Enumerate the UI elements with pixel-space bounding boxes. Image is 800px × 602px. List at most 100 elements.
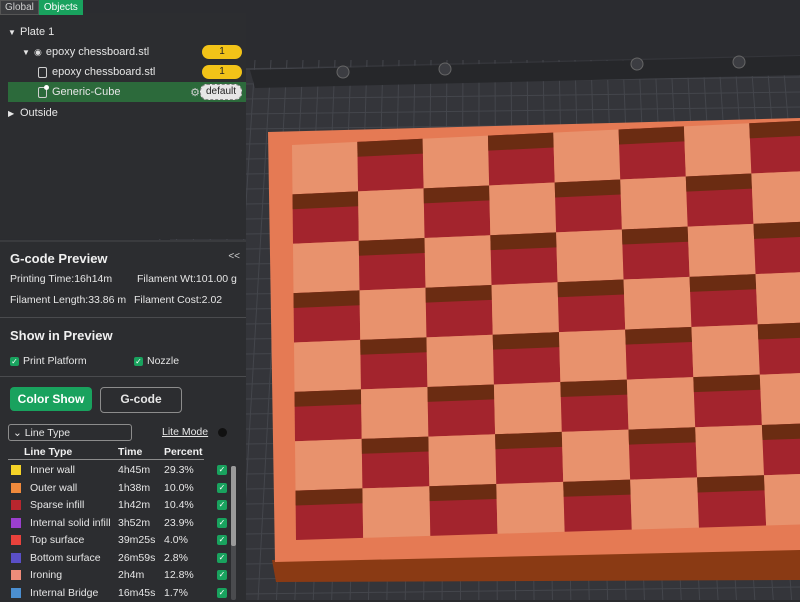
settings-tabs: Global Objects: [0, 0, 83, 14]
chessboard-square: [556, 230, 623, 283]
collapsed-arrow-icon[interactable]: ▶: [8, 109, 20, 118]
outside-row[interactable]: ▶ Outside: [8, 103, 246, 123]
line-type-time: 1h38m: [118, 482, 150, 494]
nozzle-checkbox[interactable]: ✓ Nozzle: [134, 355, 179, 367]
settings-icon[interactable]: ⚙: [190, 86, 200, 99]
collapse-panel-icon[interactable]: <<: [228, 251, 240, 262]
plate-row[interactable]: ▼ Plate 1: [8, 22, 246, 42]
line-type-time: 3h52m: [118, 517, 150, 529]
color-show-button[interactable]: Color Show: [10, 387, 92, 411]
line-type-name: Top surface: [30, 534, 84, 546]
part-name: epoxy chessboard.stl: [52, 66, 155, 78]
chessboard-square: [361, 387, 428, 439]
line-type-name: Internal solid infill: [30, 517, 111, 529]
gcode-button[interactable]: G-code: [100, 387, 182, 413]
line-type-percent: 10.4%: [164, 499, 194, 511]
chessboard-square: [295, 439, 362, 491]
modifier-name: Generic-Cube: [52, 86, 120, 98]
visibility-checkbox[interactable]: ✓: [217, 588, 227, 598]
square-shadow: [424, 185, 490, 203]
lite-mode-toggle[interactable]: [218, 428, 227, 437]
section-divider: [0, 376, 246, 377]
table-row: Sparse infill1h42m10.4%✓: [0, 497, 232, 514]
printing-time: Printing Time:16h14m: [10, 273, 112, 285]
chessboard-square: [425, 235, 492, 287]
expand-arrow-icon[interactable]: ▼: [8, 28, 20, 37]
square-shadow: [686, 174, 752, 192]
line-type-percent: 1.7%: [164, 587, 188, 599]
chessboard-square: [423, 136, 490, 189]
line-type-time: 16m45s: [118, 587, 155, 599]
square-shadow: [690, 274, 757, 292]
part-row[interactable]: epoxy chessboard.stl 1: [8, 62, 246, 82]
modifier-row[interactable]: Generic-Cube ⚙ default: [8, 82, 246, 102]
tab-global[interactable]: Global: [0, 0, 39, 15]
square-shadow: [560, 380, 627, 397]
line-type-name: Ironing: [30, 569, 62, 581]
square-shadow: [495, 432, 562, 449]
square-shadow: [360, 337, 427, 354]
square-shadow: [693, 375, 760, 393]
model-row[interactable]: ▼ ◉ epoxy chessboard.stl 1: [8, 42, 246, 62]
color-swatch: [11, 518, 21, 528]
visibility-checkbox[interactable]: ✓: [217, 465, 227, 475]
line-type-select-value: Line Type: [25, 427, 70, 439]
table-row: Internal Bridge 16m45s 1.7% ✓: [0, 585, 232, 602]
line-type-select[interactable]: ⌄ Line Type: [8, 424, 132, 441]
square-shadow: [629, 427, 696, 444]
chessboard-square: [630, 477, 699, 529]
header-underline: [8, 459, 204, 460]
column-header-percent: Percent: [164, 446, 203, 458]
square-shadow: [555, 179, 621, 197]
chessboard-square: [695, 425, 764, 477]
chessboard-model[interactable]: [268, 118, 800, 582]
filament-cost: Filament Cost:2.02: [134, 294, 222, 306]
chevron-down-icon: ⌄: [13, 427, 25, 439]
chessboard-square: [362, 486, 430, 538]
line-type-time: 39m25s: [118, 534, 155, 546]
chessboard-square: [559, 330, 627, 382]
lite-mode-label[interactable]: Lite Mode: [162, 426, 208, 438]
tab-objects[interactable]: Objects: [39, 0, 83, 15]
eye-icon[interactable]: ◉: [34, 47, 42, 58]
color-swatch: [11, 483, 21, 493]
chessboard-square: [360, 288, 427, 340]
square-shadow: [427, 385, 494, 402]
bed-screw: [337, 66, 349, 78]
visibility-checkbox[interactable]: ✓: [217, 553, 227, 563]
modifier-default-badge[interactable]: default: [200, 84, 242, 100]
nozzle-label: Nozzle: [147, 355, 179, 367]
square-shadow: [295, 389, 362, 406]
expand-arrow-icon[interactable]: ▼: [22, 48, 34, 57]
square-shadow: [762, 423, 800, 440]
chessboard-square: [620, 177, 687, 230]
square-shadow: [359, 238, 425, 256]
visibility-checkbox[interactable]: ✓: [217, 483, 227, 493]
chessboard-square: [426, 335, 493, 387]
print-platform-checkbox[interactable]: ✓ Print Platform: [10, 355, 87, 367]
square-shadow: [563, 480, 630, 497]
line-type-percent: 4.0%: [164, 534, 188, 546]
part-count-badge[interactable]: 1: [202, 65, 242, 79]
visibility-checkbox[interactable]: ✓: [217, 570, 227, 580]
line-type-percent: 10.0%: [164, 482, 194, 494]
object-list: ▼ Plate 1 ▼ ◉ epoxy chessboard.stl 1 epo…: [0, 13, 246, 239]
square-shadow: [362, 437, 429, 454]
visibility-checkbox[interactable]: ✓: [217, 535, 227, 545]
chessboard-square: [494, 382, 562, 434]
color-swatch: [11, 535, 21, 545]
chessboard-square: [358, 188, 425, 240]
bed-screw: [631, 58, 643, 70]
line-type-percent: 12.8%: [164, 569, 194, 581]
color-swatch: [11, 553, 21, 563]
chessboard-square: [553, 129, 620, 182]
bed-screw: [439, 63, 451, 75]
line-type-name: Internal Bridge: [30, 587, 98, 599]
scrollbar-thumb[interactable]: [231, 466, 236, 546]
square-shadow: [753, 221, 800, 239]
visibility-checkbox[interactable]: ✓: [217, 500, 227, 510]
visibility-checkbox[interactable]: ✓: [217, 518, 227, 528]
column-header-line-type: Line Type: [24, 446, 72, 458]
square-shadow: [357, 139, 423, 157]
model-count-badge[interactable]: 1: [202, 45, 242, 59]
